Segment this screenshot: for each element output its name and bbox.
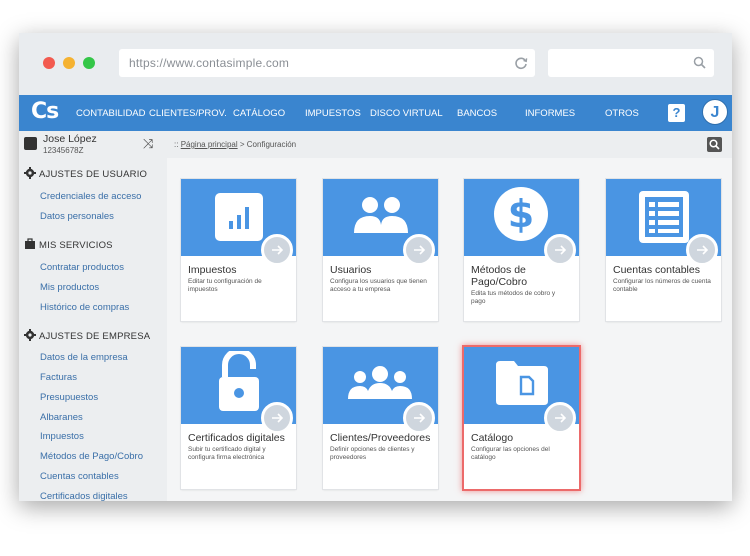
nav-disco-virtual[interactable]: DISCO VIRTUAL xyxy=(370,108,443,119)
briefcase-icon xyxy=(25,238,35,249)
card-usuarios[interactable]: Usuarios Configura los usuarios que tien… xyxy=(323,179,438,321)
arrow-right-icon[interactable] xyxy=(544,402,576,434)
card-cuentas-contables[interactable]: Cuentas contables Configurar los números… xyxy=(606,179,721,321)
nav-impuestos[interactable]: IMPUESTOS xyxy=(305,108,361,119)
nav-otros[interactable]: OTROS xyxy=(605,108,639,119)
main-content: :: Página principal > Configuración Impu… xyxy=(167,131,732,501)
close-dot[interactable] xyxy=(43,57,55,69)
svg-text:$: $ xyxy=(508,192,534,236)
gear-icon xyxy=(24,167,36,179)
users-icon xyxy=(354,197,408,233)
main-navbar: Cs CONTABILIDAD CLIENTES/PROV. CATÁLOGO … xyxy=(19,95,732,131)
breadcrumb-separator: > xyxy=(239,140,245,149)
url-text: https://www.contasimple.com xyxy=(129,56,290,70)
card-title: Usuarios xyxy=(330,264,372,276)
sidebar-item-impuestos[interactable]: Impuestos xyxy=(40,431,84,442)
sidebar-item-mis-productos[interactable]: Mis productos xyxy=(40,282,99,293)
reload-icon[interactable] xyxy=(513,55,529,71)
switch-company-icon[interactable]: ⤨ xyxy=(143,136,153,152)
card-metodos-pago[interactable]: $ Métodos de Pago/Cobro Edita tus método… xyxy=(464,179,579,321)
card-description: Definir opciones de clientes y proveedor… xyxy=(330,446,415,461)
user-name: Jose López xyxy=(43,133,97,145)
card-description: Configura los usuarios que tienen acceso… xyxy=(330,278,427,293)
group-icon xyxy=(348,366,412,399)
sidebar-item-credenciales[interactable]: Credenciales de acceso xyxy=(40,191,141,202)
section-mis-servicios: MIS SERVICIOS xyxy=(24,238,113,251)
sidebar-item-certificados[interactable]: Certificados digitales xyxy=(40,491,128,501)
section-ajustes-empresa: AJUSTES DE EMPRESA xyxy=(24,329,150,342)
card-title: Catálogo xyxy=(471,432,514,444)
padlock-icon xyxy=(219,351,259,411)
dollar-icon: $ xyxy=(494,187,548,241)
arrow-right-icon[interactable] xyxy=(261,402,293,434)
card-title: Métodos de Pago/Cobro xyxy=(471,264,528,288)
breadcrumb-text: :: Página principal > Configuración xyxy=(174,140,296,149)
card-title: Impuestos xyxy=(188,264,237,276)
search-icon xyxy=(693,56,706,69)
card-description: Configurar los números de cuenta contabl… xyxy=(613,278,711,293)
card-catalogo[interactable]: Catálogo Configurar las opciones del cat… xyxy=(464,347,579,489)
section-title: AJUSTES DE EMPRESA xyxy=(39,331,151,342)
breadcrumb-home-link[interactable]: Página principal xyxy=(181,140,238,149)
search-icon xyxy=(709,139,720,150)
breadcrumb-current: Configuración xyxy=(246,140,297,149)
arrow-right-icon[interactable] xyxy=(544,234,576,266)
sidebar-item-datos-empresa[interactable]: Datos de la empresa xyxy=(40,352,128,363)
section-title: AJUSTES DE USUARIO xyxy=(39,169,148,180)
nav-catalogo[interactable]: CATÁLOGO xyxy=(233,108,285,119)
card-title: Cuentas contables xyxy=(613,264,700,276)
nav-clientes[interactable]: CLIENTES/PROV. xyxy=(149,108,227,119)
folder-icon xyxy=(496,361,548,405)
sidebar-item-albaranes[interactable]: Albaranes xyxy=(40,412,83,423)
nav-contabilidad[interactable]: CONTABILIDAD xyxy=(76,108,146,119)
card-certificados[interactable]: Certificados digitales Subir tu certific… xyxy=(181,347,296,489)
sidebar-item-cuentas[interactable]: Cuentas contables xyxy=(40,471,119,482)
gear-icon xyxy=(24,329,36,341)
address-bar[interactable]: https://www.contasimple.com xyxy=(119,49,535,77)
user-id: 12345678Z xyxy=(43,146,84,155)
arrow-right-icon[interactable] xyxy=(686,234,718,266)
minimize-dot[interactable] xyxy=(63,57,75,69)
section-ajustes-usuario: AJUSTES DE USUARIO xyxy=(24,167,147,180)
app-logo[interactable]: Cs xyxy=(31,99,59,124)
card-title: Certificados digitales xyxy=(188,432,285,444)
search-button[interactable] xyxy=(707,137,722,152)
card-description: Subir tu certificado digital y configura… xyxy=(188,446,266,461)
user-card-icon xyxy=(24,137,37,150)
card-description: Editar tu configuración de impuestos xyxy=(188,278,262,293)
card-description: Configurar las opciones del catálogo xyxy=(471,446,550,461)
browser-search-bar[interactable] xyxy=(548,49,714,77)
arrow-right-icon[interactable] xyxy=(261,234,293,266)
nav-bancos[interactable]: BANCOS xyxy=(457,108,497,119)
card-clientes-proveedores[interactable]: Clientes/Proveedores Definir opciones de… xyxy=(323,347,438,489)
breadcrumb-prefix: :: xyxy=(174,140,179,149)
browser-chrome: https://www.contasimple.com xyxy=(19,33,732,95)
sidebar-item-historico[interactable]: Histórico de compras xyxy=(40,302,129,313)
user-avatar[interactable]: J xyxy=(702,99,728,125)
breadcrumb: :: Página principal > Configuración xyxy=(167,131,732,158)
user-box: Jose López 12345678Z ⤨ xyxy=(19,131,167,158)
bar-chart-icon xyxy=(215,193,263,241)
maximize-dot[interactable] xyxy=(83,57,95,69)
card-impuestos[interactable]: Impuestos Editar tu configuración de imp… xyxy=(181,179,296,321)
sidebar-item-facturas[interactable]: Facturas xyxy=(40,372,77,383)
arrow-right-icon[interactable] xyxy=(403,234,435,266)
section-title: MIS SERVICIOS xyxy=(39,240,113,251)
card-description: Edita tus métodos de cobro y pago xyxy=(471,290,556,305)
sidebar-item-presupuestos[interactable]: Presupuestos xyxy=(40,392,98,403)
card-title: Clientes/Proveedores xyxy=(330,432,431,444)
sidebar-item-datos-personales[interactable]: Datos personales xyxy=(40,211,114,222)
arrow-right-icon[interactable] xyxy=(403,402,435,434)
sidebar-item-contratar[interactable]: Contratar productos xyxy=(40,262,124,273)
nav-informes[interactable]: INFORMES xyxy=(525,108,575,119)
ledger-icon xyxy=(639,191,689,243)
sidebar-item-metodos-pago[interactable]: Métodos de Pago/Cobro xyxy=(40,451,143,462)
browser-window: https://www.contasimple.com Cs CONTABILI… xyxy=(19,33,732,501)
sidebar: Jose López 12345678Z ⤨ AJUSTES DE USUARI… xyxy=(19,131,167,501)
help-button[interactable]: ? xyxy=(668,104,685,122)
